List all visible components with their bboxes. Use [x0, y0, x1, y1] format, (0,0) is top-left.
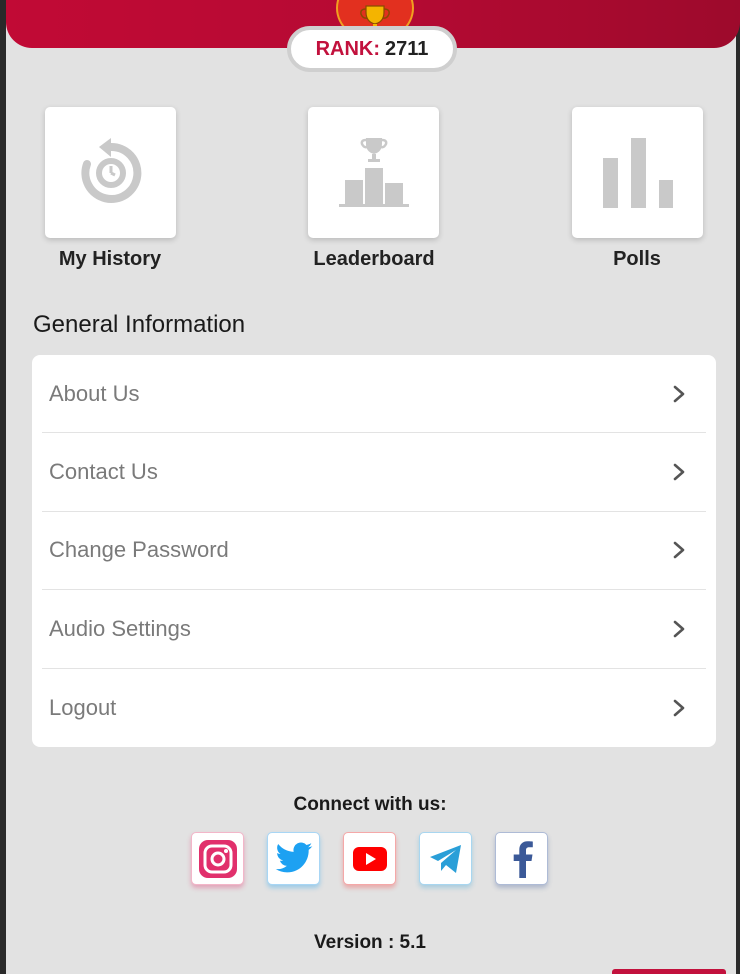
- instagram-icon: [198, 839, 237, 878]
- general-information-title: General Information: [33, 311, 246, 338]
- telegram-button[interactable]: [419, 832, 472, 885]
- my-history-button[interactable]: [45, 107, 176, 238]
- menu-item-about-us[interactable]: About Us: [42, 355, 706, 434]
- youtube-icon: [352, 846, 387, 871]
- chevron-right-icon: [668, 539, 690, 561]
- right-window-edge: [736, 0, 740, 974]
- leaderboard-label: Leaderboard: [313, 248, 435, 270]
- app-version: Version : 5.1: [314, 932, 426, 953]
- bar-chart-icon: [602, 137, 673, 208]
- bottom-nav-indicator: [612, 969, 726, 974]
- twitter-icon: [275, 842, 312, 872]
- chevron-right-icon: [668, 461, 690, 483]
- leaderboard-button[interactable]: [308, 107, 439, 238]
- general-information-menu: About Us Contact Us Change Password Audi…: [32, 355, 716, 747]
- chevron-right-icon: [668, 383, 690, 405]
- polls-button[interactable]: [572, 107, 703, 238]
- menu-item-audio-settings[interactable]: Audio Settings: [42, 590, 706, 669]
- history-icon: [80, 137, 141, 203]
- telegram-icon: [429, 844, 461, 873]
- my-history-label: My History: [58, 248, 162, 270]
- connect-title: Connect with us:: [293, 794, 447, 815]
- menu-item-label: Logout: [49, 694, 117, 720]
- menu-item-label: Contact Us: [49, 459, 158, 485]
- facebook-icon: [513, 840, 533, 878]
- twitter-button[interactable]: [267, 832, 320, 885]
- left-window-edge: [0, 0, 6, 974]
- chevron-right-icon: [668, 697, 690, 719]
- menu-item-contact-us[interactable]: Contact Us: [42, 433, 706, 512]
- youtube-button[interactable]: [343, 832, 396, 885]
- menu-item-label: Audio Settings: [49, 615, 191, 641]
- rank-label: RANK:: [315, 37, 381, 60]
- polls-label: Polls: [613, 248, 661, 270]
- menu-item-label: About Us: [49, 380, 140, 406]
- chevron-right-icon: [668, 618, 690, 640]
- rank-badge: RANK: 2711: [287, 26, 457, 72]
- podium-trophy-icon: [338, 137, 409, 207]
- menu-item-logout[interactable]: Logout: [42, 669, 706, 747]
- menu-item-change-password[interactable]: Change Password: [42, 512, 706, 591]
- instagram-button[interactable]: [191, 832, 244, 885]
- menu-item-label: Change Password: [49, 537, 229, 563]
- rank-value: 2711: [385, 37, 429, 60]
- facebook-button[interactable]: [495, 832, 548, 885]
- social-links: [191, 832, 548, 885]
